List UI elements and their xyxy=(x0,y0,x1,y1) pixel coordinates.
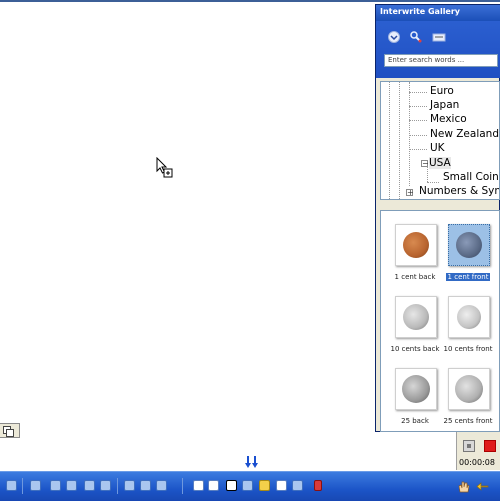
coin-image xyxy=(403,304,429,330)
tree-item-numbers-symbols[interactable]: Numbers & Symbols xyxy=(419,185,499,197)
highlighter-tool-icon[interactable] xyxy=(50,480,61,491)
thumbnail-10-cents-back[interactable]: 10 cents back xyxy=(390,291,440,355)
line-tool-icon[interactable] xyxy=(140,480,151,491)
tree-item-small-coins[interactable]: Small Coins xyxy=(443,171,499,183)
expand-icon[interactable]: + xyxy=(406,189,414,197)
thumbnail-10-cents-front[interactable]: 10 cents front xyxy=(443,291,493,355)
document-icon[interactable] xyxy=(208,480,219,491)
drag-copy-cursor-icon xyxy=(156,157,173,178)
collapse-icon[interactable]: − xyxy=(421,160,429,168)
print-icon[interactable] xyxy=(276,480,287,491)
record-icon[interactable] xyxy=(314,480,322,491)
tree-item-mexico[interactable]: Mexico xyxy=(430,113,467,125)
top-border xyxy=(0,0,500,2)
pen-tool-icon[interactable] xyxy=(30,480,41,491)
window-icon xyxy=(6,429,14,437)
thumbnail-frame xyxy=(448,368,490,410)
notes-icon[interactable] xyxy=(259,480,270,491)
search-icon[interactable] xyxy=(409,30,423,44)
record-button[interactable] xyxy=(484,440,496,452)
tree-item-usa[interactable]: USA xyxy=(429,157,451,169)
coin-image xyxy=(455,375,483,403)
dropdown-menu-icon[interactable] xyxy=(387,30,401,44)
toolbar xyxy=(0,471,500,501)
recorder-panel: 00:00:08 xyxy=(456,432,500,470)
keyboard-icon[interactable] xyxy=(432,30,446,44)
select-tool-icon[interactable] xyxy=(84,480,95,491)
undo-icon[interactable] xyxy=(100,480,111,491)
coin-image xyxy=(402,375,430,403)
separator xyxy=(22,478,23,494)
search-input[interactable]: Enter search words ... xyxy=(384,54,498,67)
thumbnail-1-cent-front[interactable]: 1 cent front xyxy=(443,219,493,283)
coin-image xyxy=(456,232,482,258)
thumbnail-caption: 10 cents front xyxy=(443,345,493,353)
new-page-icon[interactable] xyxy=(193,480,204,491)
shape-tool-icon[interactable] xyxy=(124,480,135,491)
hand-icon[interactable] xyxy=(457,480,470,493)
thumbnail-frame xyxy=(395,224,437,266)
double-down-arrow-icon[interactable] xyxy=(244,455,260,469)
thumbnail-frame xyxy=(395,368,437,410)
thumbnail-caption: 25 cents front xyxy=(443,417,493,425)
restore-windows-button[interactable] xyxy=(0,423,20,438)
coin-image xyxy=(457,305,481,329)
thumbnail-frame xyxy=(395,296,437,338)
thumbnail-25-back[interactable]: 25 back xyxy=(390,363,440,427)
thumbnail-25-cents-front[interactable]: 25 cents front xyxy=(443,363,493,427)
blank-page-icon[interactable] xyxy=(226,480,237,491)
thumbnail-frame xyxy=(448,224,490,266)
thumbnail-panel: 1 cent back 1 cent front 10 cents back 1… xyxy=(380,210,500,432)
gallery-titlebar[interactable]: Interwrite Gallery xyxy=(376,5,500,21)
coin-image xyxy=(403,232,429,258)
text-tool-icon[interactable] xyxy=(156,480,167,491)
separator xyxy=(182,478,183,494)
thumbnail-1-cent-back[interactable]: 1 cent back xyxy=(390,219,440,283)
settings-icon[interactable] xyxy=(292,480,303,491)
gallery-icon[interactable] xyxy=(242,480,253,491)
category-tree: Euro Japan Mexico New Zealand UK − USA S… xyxy=(380,81,500,200)
toolbar-tool-icon[interactable] xyxy=(6,480,17,491)
tree-item-japan[interactable]: Japan xyxy=(430,99,459,111)
tree-item-uk[interactable]: UK xyxy=(430,142,445,154)
tree-item-new-zealand[interactable]: New Zealand xyxy=(430,128,499,140)
eraser-tool-icon[interactable] xyxy=(66,480,77,491)
back-arrow-icon[interactable] xyxy=(476,480,489,493)
stop-button[interactable] xyxy=(463,440,475,452)
recording-time: 00:00:08 xyxy=(459,458,495,467)
tree-item-euro[interactable]: Euro xyxy=(430,85,454,97)
gallery-window: Interwrite Gallery Enter search words ..… xyxy=(375,4,500,432)
thumbnail-caption: 1 cent front xyxy=(445,273,491,281)
separator xyxy=(117,478,118,494)
gallery-toolbar: Enter search words ... xyxy=(376,21,500,78)
gallery-title: Interwrite Gallery xyxy=(380,7,461,16)
thumbnail-frame xyxy=(448,296,490,338)
